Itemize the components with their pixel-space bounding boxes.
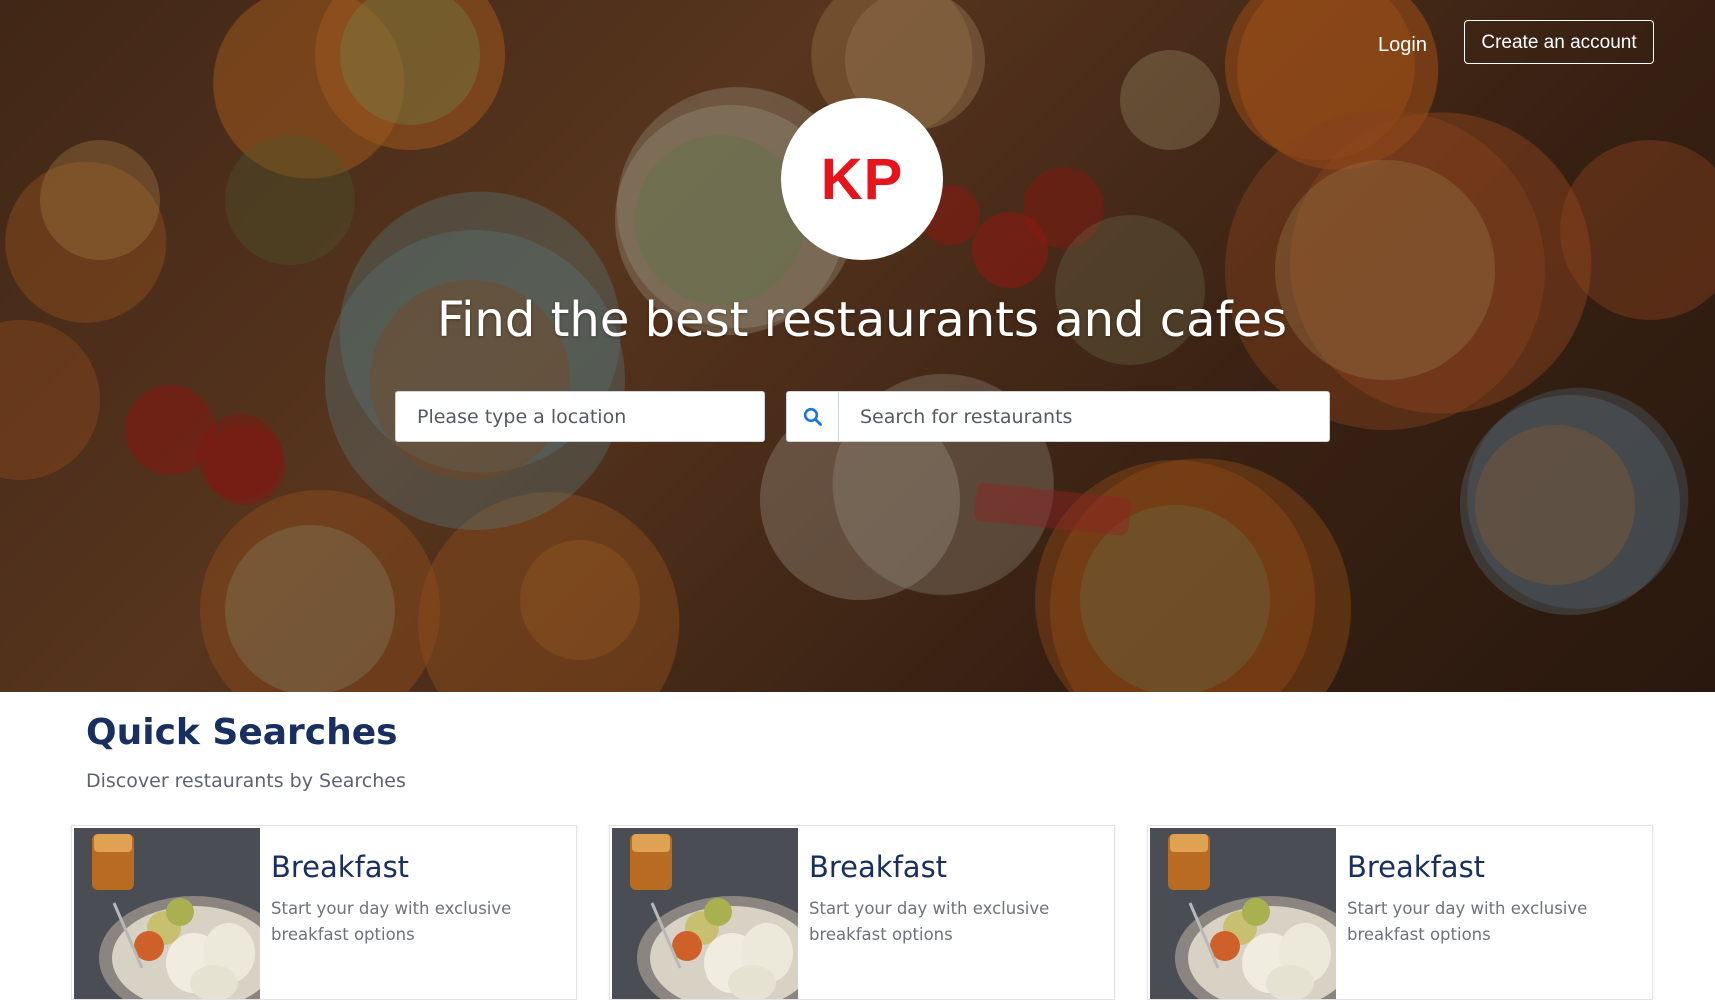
card-description: Start your day with exclusive breakfast … — [271, 899, 512, 944]
quick-searches-subtitle: Discover restaurants by Searches — [86, 770, 406, 792]
breakfast-image — [74, 828, 260, 999]
login-link[interactable]: Login — [1360, 22, 1445, 68]
card-title: Breakfast — [1347, 850, 1486, 884]
breakfast-image — [612, 828, 798, 999]
card-title: Breakfast — [809, 850, 948, 884]
quick-search-card[interactable]: Breakfast Start your day with exclusive … — [609, 825, 1115, 1000]
location-input[interactable] — [395, 391, 765, 442]
hero-headline: Find the best restaurants and cafes — [436, 292, 1288, 348]
search-button[interactable] — [787, 392, 839, 441]
search-icon — [803, 407, 822, 426]
card-title: Breakfast — [271, 850, 410, 884]
card-description: Start your day with exclusive breakfast … — [809, 899, 1050, 944]
breakfast-image — [1150, 828, 1336, 999]
quick-search-card[interactable]: Breakfast Start your day with exclusive … — [71, 825, 577, 1000]
logo[interactable]: KP — [781, 98, 943, 260]
restaurant-search-group — [786, 391, 1330, 442]
logo-text: KP — [820, 146, 904, 212]
create-account-button[interactable]: Create an account — [1464, 20, 1654, 64]
restaurant-search-input[interactable] — [839, 392, 1329, 441]
card-description: Start your day with exclusive breakfast … — [1347, 899, 1588, 944]
quick-searches-title: Quick Searches — [86, 712, 398, 753]
quick-search-card[interactable]: Breakfast Start your day with exclusive … — [1147, 825, 1653, 1000]
